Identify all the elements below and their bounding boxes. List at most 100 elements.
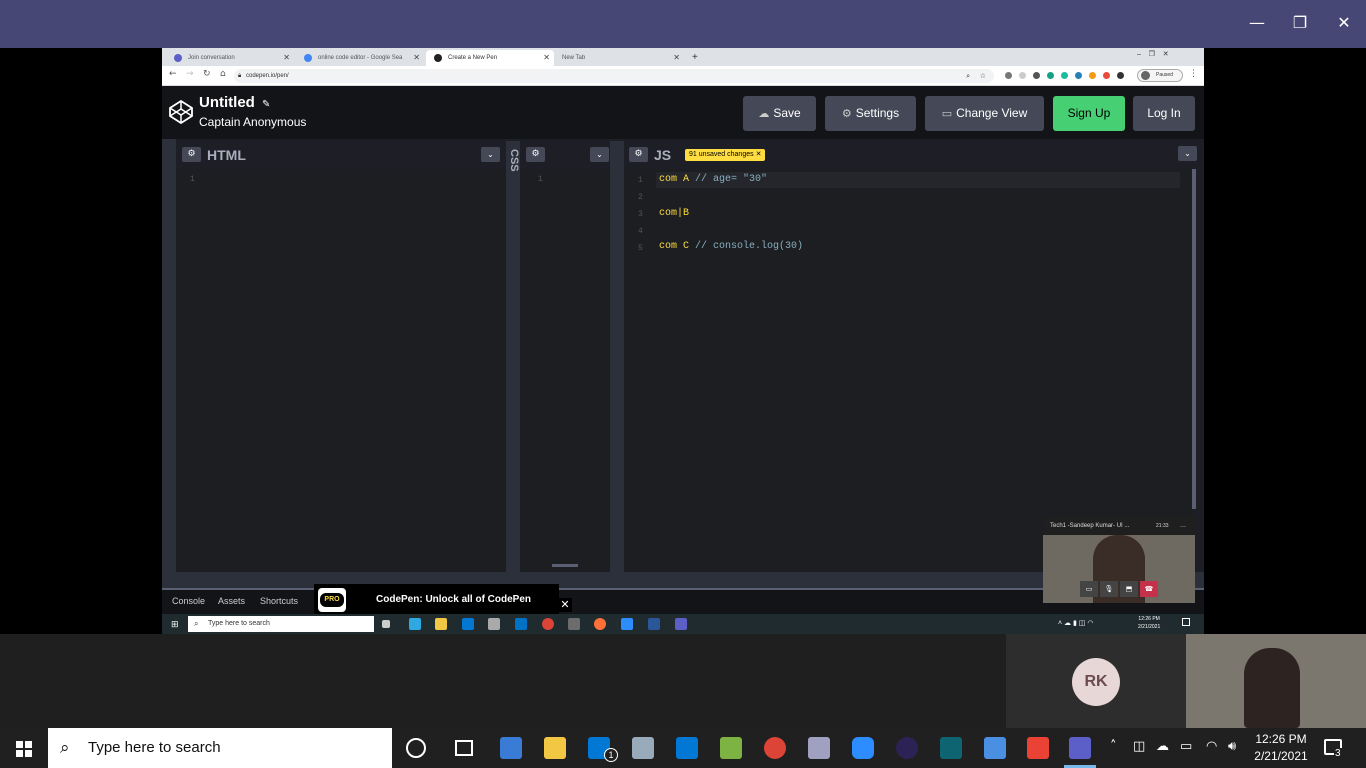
outlook-icon[interactable]: [515, 618, 527, 630]
html-settings-gear-icon[interactable]: ⚙: [182, 147, 201, 162]
extension-icon[interactable]: [1075, 72, 1082, 79]
wifi-icon[interactable]: ◠: [1206, 739, 1217, 754]
extension-icon[interactable]: [1047, 72, 1054, 79]
zoom-icon[interactable]: ⌕: [966, 69, 970, 83]
html-code-editor[interactable]: 1: [176, 169, 506, 572]
more-options-icon[interactable]: …: [1180, 517, 1186, 535]
onedrive-icon[interactable]: ☁: [1156, 739, 1169, 754]
participant-tile[interactable]: RK: [1006, 634, 1186, 728]
browser-tab[interactable]: Join conversation ✕: [166, 50, 294, 66]
browser-window-controls[interactable]: – ❐ ✕: [1137, 50, 1169, 58]
unsaved-changes-badge[interactable]: 91 unsaved changes ✕: [685, 149, 766, 161]
save-button[interactable]: ☁ Save: [743, 96, 816, 131]
clock[interactable]: 12:26 PM 2/21/2021: [1252, 731, 1310, 765]
bookmark-star-icon[interactable]: ☆: [980, 69, 986, 83]
paint-icon[interactable]: [632, 737, 654, 759]
camera-icon[interactable]: ◫: [1133, 739, 1145, 754]
app-icon[interactable]: [808, 737, 830, 759]
scrollbar[interactable]: [1192, 169, 1196, 509]
puzzle-icon[interactable]: [1117, 72, 1124, 79]
extension-icon[interactable]: [1033, 72, 1040, 79]
sign-up-button[interactable]: Sign Up: [1053, 96, 1125, 131]
vscode-icon[interactable]: [462, 618, 474, 630]
windows-start-icon[interactable]: ⊞: [171, 619, 179, 630]
volume-icon[interactable]: 🔊︎: [1228, 739, 1236, 754]
profile-button[interactable]: Paused: [1137, 69, 1183, 82]
console-tab[interactable]: Console: [172, 596, 205, 606]
css-collapsed-resizer[interactable]: CSS: [506, 141, 520, 572]
tab-close-icon[interactable]: ✕: [543, 50, 550, 66]
battery-icon[interactable]: ▭: [1180, 739, 1192, 754]
chrome-icon[interactable]: [542, 618, 554, 630]
css-settings-gear-icon[interactable]: ⚙: [526, 147, 545, 162]
close-icon[interactable]: ✕: [558, 598, 572, 612]
extension-icon[interactable]: [1103, 72, 1110, 79]
chevron-down-icon[interactable]: ⌄: [590, 147, 609, 162]
change-view-button[interactable]: ▭ Change View: [925, 96, 1044, 131]
home-icon[interactable]: ⌂: [220, 69, 226, 79]
chevron-down-icon[interactable]: ⌄: [1178, 146, 1197, 161]
word-icon[interactable]: [648, 618, 660, 630]
app-icon[interactable]: [568, 618, 580, 630]
teams-icon[interactable]: [1069, 737, 1091, 759]
task-view-icon[interactable]: [382, 620, 390, 628]
codepen-logo-icon[interactable]: [169, 100, 193, 124]
reload-icon[interactable]: ↻: [203, 69, 211, 79]
tab-close-icon[interactable]: ✕: [283, 50, 290, 66]
edge-icon[interactable]: [409, 618, 421, 630]
notepad-icon[interactable]: [720, 737, 742, 759]
zoom-icon[interactable]: [621, 618, 633, 630]
left-resizer[interactable]: [162, 139, 176, 572]
show-hidden-icons-icon[interactable]: ˄: [1110, 739, 1117, 754]
menu-dots-icon[interactable]: ⋮: [1189, 69, 1198, 79]
editor-resizer[interactable]: [610, 141, 624, 572]
file-explorer-icon[interactable]: [544, 737, 566, 759]
new-tab-button[interactable]: +: [688, 50, 704, 66]
store-icon[interactable]: [500, 737, 522, 759]
url-field[interactable]: 🔒︎ codepen.io/pen/ ⌕ ☆: [234, 69, 994, 83]
extension-icon[interactable]: [1089, 72, 1096, 79]
task-view-icon[interactable]: [455, 740, 473, 756]
app-icon[interactable]: [488, 618, 500, 630]
app-icon[interactable]: [940, 737, 962, 759]
tray-icons[interactable]: ˄ ☁ ▮ ◫ ◠: [1058, 619, 1093, 627]
cortana-icon[interactable]: [406, 738, 426, 758]
browser-tab-active[interactable]: Create a New Pen ✕: [426, 50, 554, 66]
notifications-icon[interactable]: [1182, 618, 1190, 626]
restore-button[interactable]: ❐: [1289, 12, 1311, 34]
eclipse-icon[interactable]: [896, 737, 918, 759]
close-icon[interactable]: ✕: [756, 151, 762, 158]
chevron-down-icon[interactable]: ⌄: [481, 147, 500, 162]
firefox-icon[interactable]: [594, 618, 606, 630]
browser-tab[interactable]: online code editor - Google Sea ✕: [296, 50, 424, 66]
chrome-icon[interactable]: [764, 737, 786, 759]
tab-close-icon[interactable]: ✕: [413, 50, 420, 66]
forward-icon[interactable]: →: [186, 69, 194, 79]
vscode-icon[interactable]: [676, 737, 698, 759]
shared-search-box[interactable]: ⌕ Type here to search: [188, 616, 374, 632]
windows-start-icon[interactable]: [0, 728, 48, 768]
extension-icon[interactable]: [1019, 72, 1026, 79]
resize-handle[interactable]: [552, 564, 578, 567]
extension-icon[interactable]: [1005, 72, 1012, 79]
pencil-icon[interactable]: ✎: [262, 99, 270, 110]
js-code-editor[interactable]: 1 2 3 4 5 com A // age= "30" com|B com C…: [624, 169, 1196, 572]
taskbar-search-box[interactable]: ⌕ Type here to search: [48, 728, 392, 768]
settings-button[interactable]: ⚙ Settings: [825, 96, 916, 131]
teams-icon[interactable]: [675, 618, 687, 630]
self-video-tile[interactable]: [1186, 634, 1366, 728]
teams-mini-window[interactable]: Tech1 -Sandeep Kumar- UI ... 21:33 … ▭ 🎙…: [1043, 517, 1195, 603]
tab-close-icon[interactable]: ✕: [673, 50, 680, 66]
log-in-button[interactable]: Log In: [1133, 96, 1195, 131]
hang-up-icon[interactable]: ☎: [1140, 581, 1158, 597]
minimize-button[interactable]: —: [1246, 12, 1268, 34]
css-code-editor[interactable]: 1: [520, 169, 610, 572]
browser-tab[interactable]: New Tab ✕: [556, 50, 684, 66]
zoom-icon[interactable]: [852, 737, 874, 759]
close-button[interactable]: ✕: [1333, 12, 1355, 34]
camera-icon[interactable]: ▭: [1080, 581, 1098, 597]
microphone-icon[interactable]: 🎙︎: [1100, 581, 1118, 597]
shared-clock[interactable]: 12:26 PM 2/21/2021: [1138, 615, 1160, 631]
assets-tab[interactable]: Assets: [218, 596, 245, 606]
file-explorer-icon[interactable]: [435, 618, 447, 630]
